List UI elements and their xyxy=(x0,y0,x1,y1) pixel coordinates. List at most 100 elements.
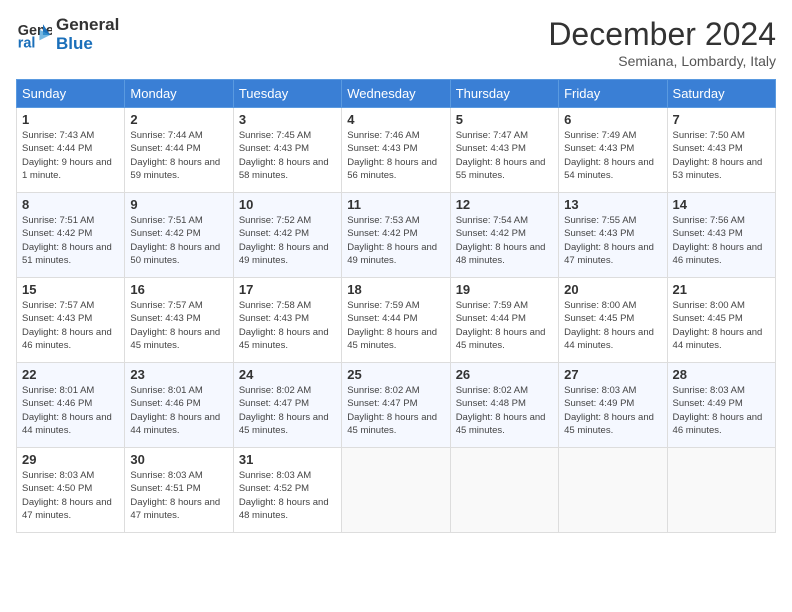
calendar-cell: 22 Sunrise: 8:01 AM Sunset: 4:46 PM Dayl… xyxy=(17,363,125,448)
title-block: December 2024 Semiana, Lombardy, Italy xyxy=(548,16,776,69)
day-number: 6 xyxy=(564,112,661,127)
day-number: 25 xyxy=(347,367,444,382)
day-info: Sunrise: 8:01 AM Sunset: 4:46 PM Dayligh… xyxy=(22,384,119,437)
day-number: 5 xyxy=(456,112,553,127)
day-number: 18 xyxy=(347,282,444,297)
logo: Gene ral General Blue xyxy=(16,16,119,53)
calendar-cell: 6 Sunrise: 7:49 AM Sunset: 4:43 PM Dayli… xyxy=(559,108,667,193)
day-info: Sunrise: 8:02 AM Sunset: 4:47 PM Dayligh… xyxy=(347,384,444,437)
day-info: Sunrise: 7:50 AM Sunset: 4:43 PM Dayligh… xyxy=(673,129,770,182)
day-number: 30 xyxy=(130,452,227,467)
day-info: Sunrise: 7:45 AM Sunset: 4:43 PM Dayligh… xyxy=(239,129,336,182)
logo-line1: General xyxy=(56,16,119,35)
day-number: 10 xyxy=(239,197,336,212)
day-info: Sunrise: 7:54 AM Sunset: 4:42 PM Dayligh… xyxy=(456,214,553,267)
day-info: Sunrise: 7:49 AM Sunset: 4:43 PM Dayligh… xyxy=(564,129,661,182)
calendar-cell xyxy=(667,448,775,533)
calendar-cell: 7 Sunrise: 7:50 AM Sunset: 4:43 PM Dayli… xyxy=(667,108,775,193)
calendar-cell xyxy=(342,448,450,533)
calendar-cell: 17 Sunrise: 7:58 AM Sunset: 4:43 PM Dayl… xyxy=(233,278,341,363)
calendar-cell: 4 Sunrise: 7:46 AM Sunset: 4:43 PM Dayli… xyxy=(342,108,450,193)
logo-line2: Blue xyxy=(56,35,119,54)
calendar-cell xyxy=(450,448,558,533)
calendar-cell: 28 Sunrise: 8:03 AM Sunset: 4:49 PM Dayl… xyxy=(667,363,775,448)
day-info: Sunrise: 8:00 AM Sunset: 4:45 PM Dayligh… xyxy=(564,299,661,352)
day-info: Sunrise: 7:59 AM Sunset: 4:44 PM Dayligh… xyxy=(347,299,444,352)
calendar-cell: 21 Sunrise: 8:00 AM Sunset: 4:45 PM Dayl… xyxy=(667,278,775,363)
weekday-header-friday: Friday xyxy=(559,80,667,108)
calendar-cell: 14 Sunrise: 7:56 AM Sunset: 4:43 PM Dayl… xyxy=(667,193,775,278)
day-number: 13 xyxy=(564,197,661,212)
day-info: Sunrise: 7:46 AM Sunset: 4:43 PM Dayligh… xyxy=(347,129,444,182)
calendar-cell: 16 Sunrise: 7:57 AM Sunset: 4:43 PM Dayl… xyxy=(125,278,233,363)
month-title: December 2024 xyxy=(548,16,776,53)
day-info: Sunrise: 7:44 AM Sunset: 4:44 PM Dayligh… xyxy=(130,129,227,182)
location: Semiana, Lombardy, Italy xyxy=(548,53,776,69)
day-number: 16 xyxy=(130,282,227,297)
calendar-cell: 31 Sunrise: 8:03 AM Sunset: 4:52 PM Dayl… xyxy=(233,448,341,533)
calendar-cell: 12 Sunrise: 7:54 AM Sunset: 4:42 PM Dayl… xyxy=(450,193,558,278)
day-number: 21 xyxy=(673,282,770,297)
day-info: Sunrise: 8:02 AM Sunset: 4:47 PM Dayligh… xyxy=(239,384,336,437)
day-info: Sunrise: 7:52 AM Sunset: 4:42 PM Dayligh… xyxy=(239,214,336,267)
page-header: Gene ral General Blue December 2024 Semi… xyxy=(16,16,776,69)
day-info: Sunrise: 7:53 AM Sunset: 4:42 PM Dayligh… xyxy=(347,214,444,267)
day-info: Sunrise: 7:57 AM Sunset: 4:43 PM Dayligh… xyxy=(22,299,119,352)
day-number: 14 xyxy=(673,197,770,212)
day-number: 28 xyxy=(673,367,770,382)
day-number: 20 xyxy=(564,282,661,297)
calendar-cell: 24 Sunrise: 8:02 AM Sunset: 4:47 PM Dayl… xyxy=(233,363,341,448)
weekday-header-tuesday: Tuesday xyxy=(233,80,341,108)
calendar-cell: 10 Sunrise: 7:52 AM Sunset: 4:42 PM Dayl… xyxy=(233,193,341,278)
day-number: 31 xyxy=(239,452,336,467)
day-info: Sunrise: 7:47 AM Sunset: 4:43 PM Dayligh… xyxy=(456,129,553,182)
day-number: 24 xyxy=(239,367,336,382)
calendar-cell: 11 Sunrise: 7:53 AM Sunset: 4:42 PM Dayl… xyxy=(342,193,450,278)
day-info: Sunrise: 8:03 AM Sunset: 4:52 PM Dayligh… xyxy=(239,469,336,522)
calendar-cell: 27 Sunrise: 8:03 AM Sunset: 4:49 PM Dayl… xyxy=(559,363,667,448)
calendar-cell: 3 Sunrise: 7:45 AM Sunset: 4:43 PM Dayli… xyxy=(233,108,341,193)
day-info: Sunrise: 7:43 AM Sunset: 4:44 PM Dayligh… xyxy=(22,129,119,182)
weekday-header-sunday: Sunday xyxy=(17,80,125,108)
calendar-cell: 13 Sunrise: 7:55 AM Sunset: 4:43 PM Dayl… xyxy=(559,193,667,278)
calendar-cell: 9 Sunrise: 7:51 AM Sunset: 4:42 PM Dayli… xyxy=(125,193,233,278)
calendar-cell: 8 Sunrise: 7:51 AM Sunset: 4:42 PM Dayli… xyxy=(17,193,125,278)
day-info: Sunrise: 7:51 AM Sunset: 4:42 PM Dayligh… xyxy=(22,214,119,267)
day-number: 1 xyxy=(22,112,119,127)
day-number: 27 xyxy=(564,367,661,382)
svg-text:ral: ral xyxy=(18,35,36,51)
day-number: 11 xyxy=(347,197,444,212)
calendar-cell: 15 Sunrise: 7:57 AM Sunset: 4:43 PM Dayl… xyxy=(17,278,125,363)
day-number: 23 xyxy=(130,367,227,382)
day-info: Sunrise: 7:51 AM Sunset: 4:42 PM Dayligh… xyxy=(130,214,227,267)
calendar-cell: 5 Sunrise: 7:47 AM Sunset: 4:43 PM Dayli… xyxy=(450,108,558,193)
day-number: 9 xyxy=(130,197,227,212)
weekday-header-saturday: Saturday xyxy=(667,80,775,108)
day-number: 17 xyxy=(239,282,336,297)
calendar-cell: 1 Sunrise: 7:43 AM Sunset: 4:44 PM Dayli… xyxy=(17,108,125,193)
weekday-header-monday: Monday xyxy=(125,80,233,108)
calendar-table: SundayMondayTuesdayWednesdayThursdayFrid… xyxy=(16,79,776,533)
day-number: 2 xyxy=(130,112,227,127)
day-info: Sunrise: 8:03 AM Sunset: 4:50 PM Dayligh… xyxy=(22,469,119,522)
day-number: 8 xyxy=(22,197,119,212)
day-number: 7 xyxy=(673,112,770,127)
weekday-header-thursday: Thursday xyxy=(450,80,558,108)
calendar-cell xyxy=(559,448,667,533)
calendar-cell: 18 Sunrise: 7:59 AM Sunset: 4:44 PM Dayl… xyxy=(342,278,450,363)
day-info: Sunrise: 8:01 AM Sunset: 4:46 PM Dayligh… xyxy=(130,384,227,437)
day-info: Sunrise: 8:00 AM Sunset: 4:45 PM Dayligh… xyxy=(673,299,770,352)
day-number: 29 xyxy=(22,452,119,467)
day-info: Sunrise: 7:56 AM Sunset: 4:43 PM Dayligh… xyxy=(673,214,770,267)
calendar-cell: 19 Sunrise: 7:59 AM Sunset: 4:44 PM Dayl… xyxy=(450,278,558,363)
day-number: 19 xyxy=(456,282,553,297)
calendar-cell: 25 Sunrise: 8:02 AM Sunset: 4:47 PM Dayl… xyxy=(342,363,450,448)
calendar-cell: 30 Sunrise: 8:03 AM Sunset: 4:51 PM Dayl… xyxy=(125,448,233,533)
logo-icon: Gene ral xyxy=(16,17,52,53)
weekday-header-wednesday: Wednesday xyxy=(342,80,450,108)
day-info: Sunrise: 8:03 AM Sunset: 4:49 PM Dayligh… xyxy=(673,384,770,437)
calendar-cell: 29 Sunrise: 8:03 AM Sunset: 4:50 PM Dayl… xyxy=(17,448,125,533)
calendar-cell: 23 Sunrise: 8:01 AM Sunset: 4:46 PM Dayl… xyxy=(125,363,233,448)
day-number: 3 xyxy=(239,112,336,127)
day-info: Sunrise: 8:03 AM Sunset: 4:51 PM Dayligh… xyxy=(130,469,227,522)
